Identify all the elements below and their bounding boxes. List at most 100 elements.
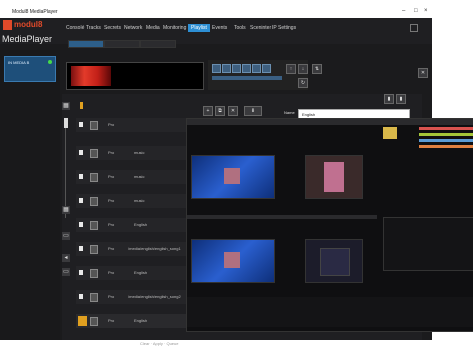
pause-icon[interactable]: [222, 64, 231, 73]
title-bar: Modul8 MediaPlayer – □ ×: [0, 6, 432, 18]
playlist-row[interactable]: Pro English: [76, 266, 186, 280]
slider-handle[interactable]: [64, 118, 68, 128]
source-item[interactable]: IN MEDIA B: [4, 56, 56, 82]
menu-item-playlist[interactable]: Playlist: [188, 24, 210, 32]
menu-item-tools[interactable]: Tools: [234, 25, 246, 31]
file-icon: [90, 149, 98, 158]
menu-item-network[interactable]: Network: [124, 25, 142, 31]
clip-thumbnail-1[interactable]: [191, 155, 275, 199]
footer-actions[interactable]: Clear · Apply · Queue: [140, 341, 280, 346]
overlay-toolbar: [187, 119, 473, 125]
up-arrow-icon[interactable]: ↑: [286, 64, 296, 74]
menu-item-sceninter[interactable]: Sceninter: [250, 25, 271, 31]
progress-bar[interactable]: [212, 76, 282, 80]
source-item-label: IN MEDIA B: [8, 60, 30, 65]
settings-icon[interactable]: [410, 24, 418, 32]
overlay-swatch: [383, 127, 397, 139]
display-icon[interactable]: ▭: [62, 268, 70, 276]
row-tag: Pro: [108, 318, 115, 323]
row-name: /media/english/english_song1: [128, 246, 181, 251]
track-bar-red: [419, 127, 473, 130]
monitor-icon[interactable]: ▭: [62, 232, 70, 240]
sidebar: [0, 50, 60, 340]
file-icon: [90, 269, 98, 278]
row-checkbox[interactable]: [79, 222, 83, 227]
add-icon[interactable]: +: [203, 106, 213, 116]
row-checkbox[interactable]: [79, 246, 83, 251]
overlay-window: [186, 118, 473, 332]
menu-item-ip-settings[interactable]: IP Settings: [272, 25, 296, 31]
down-arrow-icon[interactable]: ↓: [298, 64, 308, 74]
close-icon[interactable]: ×: [424, 8, 428, 14]
row-checkbox[interactable]: [79, 294, 83, 299]
clip-thumbnail-3[interactable]: [191, 239, 275, 283]
subtab-1[interactable]: [68, 40, 104, 48]
window-title: Modul8 MediaPlayer: [12, 9, 58, 15]
overlay-timeline-bar: [187, 215, 377, 219]
speaker-icon[interactable]: ◂: [62, 254, 70, 262]
save-icon[interactable]: ⬇: [244, 106, 262, 116]
loop-icon[interactable]: [242, 64, 251, 73]
row-name: music: [134, 174, 145, 179]
playlist-row[interactable]: Pro /media/english/english_song2: [76, 290, 186, 304]
row-name: /media/english/english_song2: [128, 294, 181, 299]
stop-icon[interactable]: [232, 64, 241, 73]
next-icon[interactable]: [262, 64, 271, 73]
menu-item-events[interactable]: Events: [212, 25, 227, 31]
pin-icon[interactable]: ▮: [384, 94, 394, 104]
inspector-panel: [383, 217, 473, 271]
copy-icon[interactable]: ⧉: [215, 106, 225, 116]
selection-marker-icon: [78, 316, 87, 326]
brand-logo: modul8: [14, 20, 43, 29]
file-icon: [90, 221, 98, 230]
file-icon: [90, 245, 98, 254]
close-panel-icon[interactable]: ✕: [418, 68, 428, 78]
playlist-row[interactable]: Pro music: [76, 194, 186, 208]
playlist-row[interactable]: Pro music: [76, 146, 186, 160]
delete-icon[interactable]: ✕: [228, 106, 238, 116]
row-checkbox[interactable]: [79, 270, 83, 275]
marker-icon: [80, 102, 83, 109]
playlist-row[interactable]: Pro: [76, 118, 186, 132]
menu-item-media[interactable]: Media: [146, 25, 160, 31]
row-checkbox[interactable]: [79, 198, 83, 203]
row-name: English: [134, 222, 148, 227]
preview-thumbnail: [71, 66, 111, 86]
clip-thumbnail-2[interactable]: [305, 155, 363, 199]
refresh-icon[interactable]: ↻: [298, 78, 308, 88]
menu-item-secrets[interactable]: Secrets: [104, 25, 121, 31]
menu-item-monitoring[interactable]: Monitoring: [163, 25, 186, 31]
row-name: English: [134, 270, 148, 275]
play-icon[interactable]: [212, 64, 221, 73]
row-checkbox[interactable]: [79, 174, 83, 179]
clip-image: [224, 252, 240, 268]
subtab-3[interactable]: [140, 40, 176, 48]
preview-strip: [66, 62, 204, 90]
menu-item-tracks[interactable]: Tracks: [86, 25, 101, 31]
row-tag: Pro: [108, 122, 115, 127]
slider-track[interactable]: [65, 128, 66, 218]
grid-icon[interactable]: ▦: [62, 206, 70, 214]
playlist-row[interactable]: Pro /media/english/english_song1: [76, 242, 186, 256]
logo-icon: [3, 20, 12, 30]
playlist-row[interactable]: Pro English: [76, 218, 186, 232]
track-bar-green: [419, 133, 473, 136]
file-icon: [90, 173, 98, 182]
menu-item-console[interactable]: Consolé: [66, 25, 84, 31]
row-tag: Pro: [108, 270, 115, 275]
row-checkbox[interactable]: [79, 150, 83, 155]
playlist-row-selected[interactable]: Pro English: [76, 314, 186, 328]
playlist-row[interactable]: Pro music: [76, 170, 186, 184]
prev-icon[interactable]: [252, 64, 261, 73]
file-icon: [90, 317, 98, 326]
layer-icon[interactable]: ▦: [62, 102, 70, 110]
lock-icon[interactable]: ▮: [396, 94, 406, 104]
subtab-2[interactable]: [104, 40, 140, 48]
minimize-icon[interactable]: –: [402, 8, 405, 14]
track-bar-orange: [419, 145, 473, 148]
maximize-icon[interactable]: □: [414, 8, 418, 14]
clip-thumbnail-4[interactable]: [305, 239, 363, 283]
sort-icon[interactable]: ⇅: [312, 64, 322, 74]
row-checkbox[interactable]: [79, 122, 83, 127]
clip-image: [324, 162, 344, 192]
